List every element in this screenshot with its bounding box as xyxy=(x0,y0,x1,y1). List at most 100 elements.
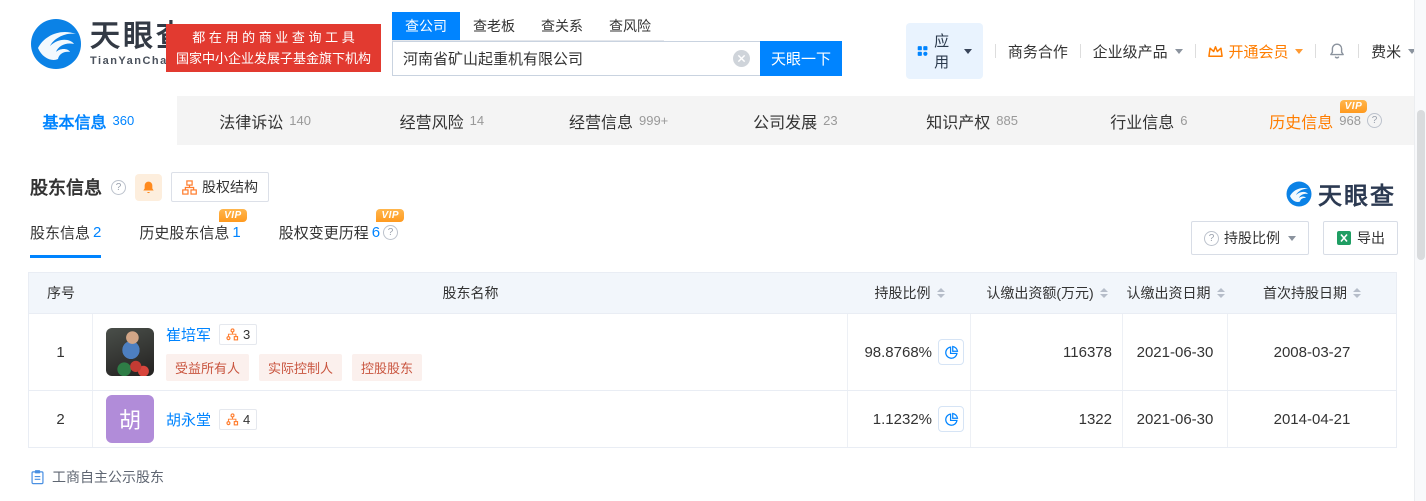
tab-intellectual-property[interactable]: 知识产权 885 xyxy=(884,96,1061,145)
header-label: 序号 xyxy=(47,285,75,301)
username: 费米 xyxy=(1371,43,1402,61)
search-input[interactable] xyxy=(392,41,760,76)
tab-company-development[interactable]: 公司发展 23 xyxy=(707,96,884,145)
header-amount-sortable[interactable]: 认缴出资额(万元) xyxy=(971,273,1123,313)
tab-operating-risk[interactable]: 经营风险 14 xyxy=(354,96,531,145)
related-count: 4 xyxy=(243,411,251,427)
tab-count: 140 xyxy=(289,113,311,128)
shareholder-info: 胡永堂 4 xyxy=(166,408,258,430)
notification-bell[interactable] xyxy=(1328,42,1346,60)
equity-structure-button[interactable]: 股权结构 xyxy=(171,172,269,202)
sort-icon[interactable] xyxy=(1353,288,1361,298)
subtab-historical-shareholders[interactable]: VIP 历史股东信息 1 xyxy=(139,209,247,255)
search-tab-relation[interactable]: 查关系 xyxy=(528,12,596,40)
tab-operating-info[interactable]: 经营信息 999+ xyxy=(530,96,707,145)
header-label: 认缴出资日期 xyxy=(1126,285,1211,301)
header-label: 认缴出资额(万元) xyxy=(986,285,1094,301)
header-label: 持股比例 xyxy=(874,285,931,301)
ratio-value: 1.1232% xyxy=(872,410,932,428)
shareholder-name-link[interactable]: 崔培军 xyxy=(166,324,211,345)
org-chart-icon xyxy=(182,179,197,195)
chevron-down-icon xyxy=(1295,48,1304,54)
clear-search-icon[interactable] xyxy=(733,50,750,67)
sort-icon[interactable] xyxy=(936,288,945,298)
export-label: 导出 xyxy=(1357,230,1385,246)
tab-history-info[interactable]: VIP 历史信息 968 ? xyxy=(1237,96,1414,145)
tab-count: 999+ xyxy=(638,113,669,128)
sort-icon[interactable] xyxy=(1216,288,1225,298)
tianyancha-watermark: 天眼查 xyxy=(1286,176,1396,211)
tab-count: 885 xyxy=(996,113,1018,128)
pie-chart-icon-button[interactable] xyxy=(938,339,964,365)
header-date-sortable[interactable]: 认缴出资日期 xyxy=(1123,273,1228,313)
subtab-equity-change-history[interactable]: VIP 股权变更历程 6 ? xyxy=(279,209,405,255)
table-footnote: 工商自主公示股东 xyxy=(30,467,164,487)
tab-label: 公司发展 xyxy=(753,114,818,132)
page-scrollbar[interactable] xyxy=(1414,0,1426,501)
tab-basic-info[interactable]: 基本信息 360 xyxy=(0,96,177,145)
chevron-down-icon xyxy=(964,48,973,54)
clipboard-icon xyxy=(31,470,44,485)
tab-label: 知识产权 xyxy=(926,114,991,132)
subtab-shareholders[interactable]: 股东信息 2 xyxy=(30,222,102,258)
shareholder-photo-avatar[interactable] xyxy=(106,328,154,376)
search-area: 查公司 查老板 查关系 查风险 天眼一下 xyxy=(392,12,842,76)
menu-vip[interactable]: 开通会员 xyxy=(1207,41,1304,62)
tianyancha-logo-icon xyxy=(31,19,81,69)
user-menu[interactable]: 费米 xyxy=(1371,41,1417,62)
subtab-label: 历史股东信息 xyxy=(139,225,230,242)
vip-badge: VIP xyxy=(376,209,405,222)
tab-legal-proceedings[interactable]: 法律诉讼 140 xyxy=(177,96,354,145)
tab-industry-info[interactable]: 行业信息 6 xyxy=(1061,96,1238,145)
help-icon: ? xyxy=(1204,230,1219,246)
search-tab-company[interactable]: 查公司 xyxy=(392,12,460,40)
header-ratio-sortable[interactable]: 持股比例 xyxy=(848,273,971,313)
shareholder-name-link[interactable]: 胡永堂 xyxy=(166,409,211,430)
cell-first-date: 2008-03-27 xyxy=(1273,343,1351,361)
cell-index: 2 xyxy=(29,391,93,447)
scrollbar-thumb[interactable] xyxy=(1417,110,1425,260)
tab-label: 行业信息 xyxy=(1110,114,1175,132)
help-icon[interactable]: ? xyxy=(383,225,399,240)
watermark-text: 天眼查 xyxy=(1318,183,1396,210)
shareholder-info: 崔培军 3 受益所有人 实际控制人 控股股东 xyxy=(166,323,423,381)
crown-icon xyxy=(1208,45,1224,57)
tab-label: 经营信息 xyxy=(568,114,633,132)
export-button[interactable]: 导出 xyxy=(1323,221,1398,255)
ratio-filter-button[interactable]: ? 持股比例 xyxy=(1191,221,1309,255)
tab-count: 360 xyxy=(112,113,135,128)
related-companies-badge[interactable]: 3 xyxy=(219,323,258,345)
menu-enterprise[interactable]: 企业级产品 xyxy=(1093,41,1183,62)
pie-chart-icon-button[interactable] xyxy=(938,406,964,432)
search-button[interactable]: 天眼一下 xyxy=(760,41,842,76)
apps-menu[interactable]: 应用 xyxy=(906,23,984,79)
cell-first-date: 2014-04-21 xyxy=(1273,410,1351,428)
shareholders-table: 序号 股东名称 持股比例 认缴出资额(万元) 认缴出资日期 首次持股日期 1 崔… xyxy=(28,272,1397,448)
tab-label: 基本信息 xyxy=(42,114,107,132)
chevron-down-icon xyxy=(1288,235,1296,241)
section-title: 股东信息 xyxy=(30,178,102,198)
subscribe-bell-button[interactable] xyxy=(135,173,162,201)
header-first-date-sortable[interactable]: 首次持股日期 xyxy=(1228,273,1396,313)
related-companies-badge[interactable]: 4 xyxy=(219,408,258,430)
tag-beneficial-owner[interactable]: 受益所有人 xyxy=(166,353,250,381)
tab-count: 14 xyxy=(469,113,485,128)
divider xyxy=(1194,44,1196,58)
slogan-line2: 国家中小企业发展子基金旗下机构 xyxy=(176,51,372,66)
shareholder-letter-avatar[interactable]: 胡 xyxy=(106,395,154,443)
search-tab-risk[interactable]: 查风险 xyxy=(596,12,664,40)
search-tab-boss[interactable]: 查老板 xyxy=(460,12,528,40)
sort-icon[interactable] xyxy=(1099,288,1108,298)
subtab-count: 2 xyxy=(93,224,102,241)
help-icon[interactable]: ? xyxy=(111,179,126,195)
help-icon[interactable]: ? xyxy=(1366,113,1382,128)
tag-actual-controller[interactable]: 实际控制人 xyxy=(259,353,343,381)
menu-cooperation[interactable]: 商务合作 xyxy=(1008,41,1068,62)
bell-icon xyxy=(143,181,154,193)
table-row: 2 胡 胡永堂 4 1.1232% 1322 2021-06-30 2014-0… xyxy=(29,390,1396,447)
vip-badge: VIP xyxy=(1339,100,1368,113)
ratio-value: 98.8768% xyxy=(864,343,932,361)
tag-controlling-shareholder[interactable]: 控股股东 xyxy=(352,353,423,381)
divider xyxy=(995,44,996,58)
apps-label: 应用 xyxy=(934,33,950,71)
